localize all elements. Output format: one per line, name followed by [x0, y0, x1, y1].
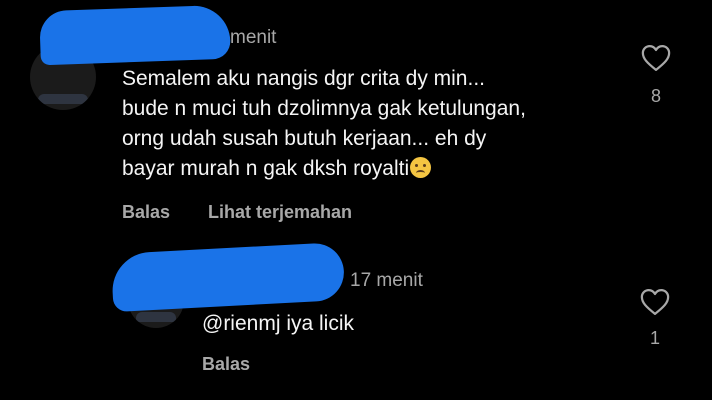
comment-line: bude n muci tuh dzolimnya gak ketulungan… [122, 97, 526, 120]
comment-line: bayar murah n gak dksh royalti [122, 157, 410, 180]
like-count: 8 [650, 86, 661, 106]
username-redaction [39, 4, 231, 66]
comment-line: orng udah susah butuh kerjaan... eh dy [122, 127, 487, 150]
comment-line: Semalem aku nangis dgr crita dy min... [122, 67, 485, 90]
reply-button[interactable]: Balas [122, 202, 170, 223]
reply-timestamp: 17 menit [350, 270, 423, 291]
heart-icon[interactable] [641, 44, 671, 72]
comment-text: Semalem aku nangis dgr crita dy min... b… [122, 64, 642, 184]
see-translation-button[interactable]: Lihat terjemahan [208, 202, 352, 223]
comment-timestamp: menit [230, 27, 277, 48]
reply-button[interactable]: Balas [202, 354, 250, 375]
comment-line-last: bayar murah n gak dksh royalti [122, 154, 642, 184]
reply-text: @rienmj iya licik [202, 312, 355, 335]
crying-face-icon [410, 157, 432, 178]
username-redaction [110, 241, 346, 313]
like-count: 1 [649, 328, 660, 348]
heart-icon[interactable] [640, 288, 670, 316]
